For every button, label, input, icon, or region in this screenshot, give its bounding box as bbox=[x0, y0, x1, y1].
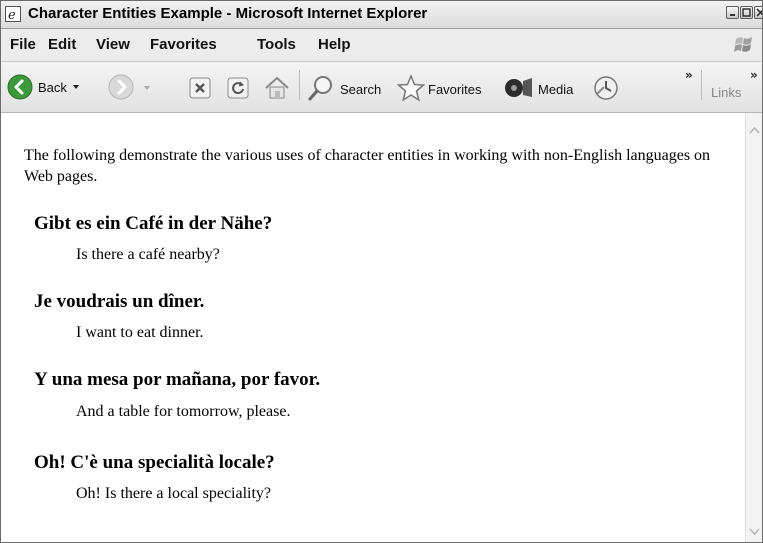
maximize-icon bbox=[742, 8, 751, 17]
favorites-button[interactable]: Favorites bbox=[396, 74, 497, 106]
history-icon bbox=[594, 76, 618, 100]
close-button[interactable] bbox=[754, 6, 762, 19]
section-translation: I want to eat dinner. bbox=[76, 324, 204, 341]
windows-logo-icon bbox=[733, 33, 755, 57]
scroll-down-button[interactable] bbox=[747, 523, 762, 539]
media-button[interactable]: Media bbox=[504, 74, 584, 104]
maximize-button[interactable] bbox=[740, 6, 753, 19]
minimize-button[interactable] bbox=[726, 6, 739, 19]
menu-view[interactable]: View bbox=[96, 36, 130, 53]
links-separator bbox=[701, 70, 702, 100]
stop-button[interactable] bbox=[189, 77, 211, 103]
menu-bar: File Edit View Favorites Tools Help bbox=[1, 29, 762, 62]
media-icon bbox=[504, 75, 534, 105]
toolbar-overflow-button[interactable]: » bbox=[685, 68, 693, 82]
title-bar: e Character Entities Example - Microsoft… bbox=[1, 1, 762, 29]
forward-button[interactable] bbox=[108, 73, 160, 103]
menu-tools[interactable]: Tools bbox=[257, 36, 296, 53]
menu-favorites[interactable]: Favorites bbox=[150, 36, 217, 53]
section-heading: Oh! C'è una specialità locale? bbox=[34, 452, 275, 473]
svg-text:e: e bbox=[8, 8, 16, 22]
chevron-up-icon bbox=[749, 126, 760, 134]
links-overflow-button[interactable]: » bbox=[750, 68, 758, 82]
window-title: Character Entities Example - Microsoft I… bbox=[28, 5, 428, 22]
refresh-button[interactable] bbox=[227, 77, 249, 103]
scroll-up-button[interactable] bbox=[747, 123, 762, 139]
section-heading: Y una mesa por mañana, por favor. bbox=[34, 369, 321, 390]
section-heading: Je voudrais un dîner. bbox=[34, 291, 205, 312]
browser-window: e Character Entities Example - Microsoft… bbox=[0, 0, 763, 543]
back-button[interactable]: Back bbox=[7, 72, 102, 102]
section-translation: Is there a café nearby? bbox=[76, 246, 220, 263]
forward-icon bbox=[108, 74, 134, 104]
back-icon bbox=[7, 74, 33, 104]
favorites-label: Favorites bbox=[428, 82, 482, 97]
ie-icon: e bbox=[5, 6, 21, 23]
section-translation: Oh! Is there a local speciality? bbox=[76, 485, 272, 502]
toolbar-separator bbox=[299, 70, 300, 100]
forward-dropdown-icon[interactable] bbox=[142, 79, 152, 98]
home-button[interactable] bbox=[263, 75, 291, 105]
media-label: Media bbox=[538, 82, 574, 97]
home-icon bbox=[265, 76, 289, 99]
section-heading: Gibt es ein Café in der Nähe? bbox=[34, 213, 273, 234]
search-label: Search bbox=[340, 82, 382, 97]
refresh-icon bbox=[227, 77, 249, 99]
chevron-down-icon bbox=[749, 528, 760, 536]
page-content: The following demonstrate the various us… bbox=[1, 113, 745, 542]
search-button[interactable]: Search bbox=[307, 74, 391, 104]
menu-edit[interactable]: Edit bbox=[48, 36, 76, 53]
section-translation: And a table for tomorrow, please. bbox=[76, 403, 291, 420]
vertical-scrollbar[interactable] bbox=[745, 113, 762, 542]
standard-toolbar: Back Search Favorites Media » » Links bbox=[1, 62, 762, 113]
links-label[interactable]: Links bbox=[711, 85, 741, 100]
menu-file[interactable]: File bbox=[10, 36, 36, 53]
back-dropdown-icon[interactable] bbox=[71, 78, 81, 97]
minimize-icon bbox=[730, 14, 735, 16]
history-button[interactable] bbox=[592, 75, 620, 105]
stop-icon bbox=[189, 77, 211, 99]
favorites-star-icon bbox=[396, 74, 426, 106]
search-icon bbox=[307, 74, 335, 106]
close-icon bbox=[756, 8, 762, 17]
menu-help[interactable]: Help bbox=[318, 36, 351, 53]
back-label: Back bbox=[38, 80, 67, 95]
intro-paragraph: The following demonstrate the various us… bbox=[24, 147, 711, 185]
